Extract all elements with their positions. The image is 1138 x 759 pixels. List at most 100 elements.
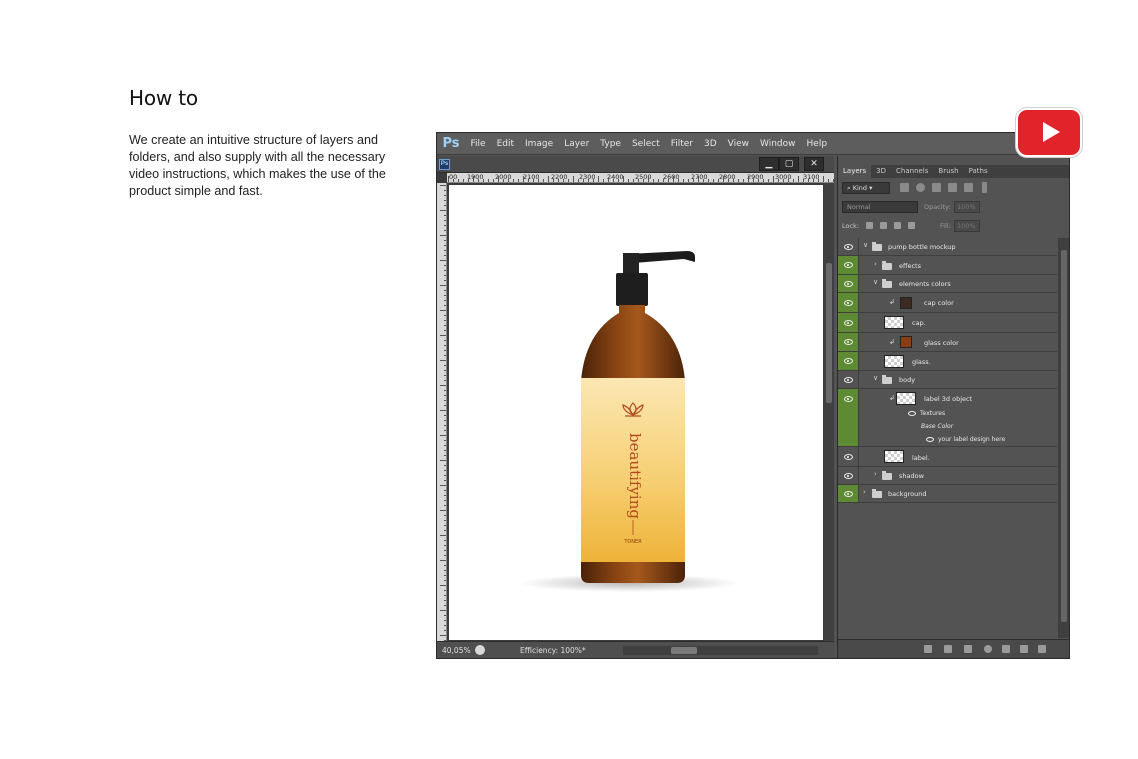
layer-row[interactable]: label. — [838, 447, 1057, 467]
status-icon[interactable] — [475, 645, 485, 655]
layer-row[interactable]: ∨ pump bottle mockup — [838, 238, 1057, 256]
visibility-toggle[interactable] — [838, 447, 859, 466]
eye-icon[interactable] — [844, 396, 853, 402]
lock-transparent-icon[interactable] — [866, 222, 873, 229]
link-layers-icon[interactable] — [924, 645, 932, 653]
fx-icon[interactable] — [944, 645, 952, 653]
minimize-icon[interactable]: ▁ — [759, 157, 779, 171]
chevron-down-icon[interactable]: ∨ — [863, 241, 868, 249]
layer-row[interactable]: ↲ cap color — [838, 293, 1057, 313]
filter-adjust-icon[interactable] — [916, 183, 925, 192]
new-layer-icon[interactable] — [1020, 645, 1028, 653]
visibility-toggle[interactable] — [838, 371, 859, 388]
scroll-thumb[interactable] — [826, 263, 832, 403]
lock-position-icon[interactable] — [894, 222, 901, 229]
close-icon[interactable]: ✕ — [804, 157, 824, 171]
visibility-toggle[interactable] — [838, 352, 859, 370]
visibility-toggle[interactable] — [838, 275, 859, 292]
restore-icon[interactable]: ▢ — [779, 157, 799, 171]
tab-3d[interactable]: 3D — [871, 165, 891, 178]
menu-filter[interactable]: Filter — [665, 139, 698, 149]
menu-file[interactable]: File — [465, 139, 491, 149]
tab-paths[interactable]: Paths — [964, 165, 993, 178]
youtube-button[interactable] — [1016, 108, 1082, 157]
tab-channels[interactable]: Channels — [891, 165, 933, 178]
layer-row[interactable]: ↲ glass color — [838, 333, 1057, 352]
horizontal-scrollbar[interactable] — [623, 646, 818, 655]
zoom-level[interactable]: 40,05% — [442, 646, 471, 655]
filter-type-icon[interactable] — [932, 183, 941, 192]
fill-input[interactable]: 100% — [954, 220, 980, 232]
layers-scrollbar[interactable] — [1058, 238, 1069, 638]
blend-mode-select[interactable]: Normal — [842, 201, 918, 213]
eye-icon[interactable] — [844, 300, 853, 306]
eye-icon[interactable] — [844, 377, 853, 383]
eye-icon[interactable] — [844, 491, 853, 497]
lock-pixels-icon[interactable] — [880, 222, 887, 229]
visibility-toggle[interactable] — [838, 485, 859, 502]
filter-smart-icon[interactable] — [964, 183, 973, 192]
chevron-right-icon[interactable]: › — [874, 470, 877, 478]
color-swatch[interactable] — [900, 336, 912, 348]
layer-row[interactable]: glass. — [838, 352, 1057, 371]
visibility-toggle[interactable] — [838, 293, 859, 312]
kind-filter[interactable]: ⌕ Kind ▾ — [842, 182, 890, 194]
canvas[interactable]: beautifying TONER — [449, 185, 823, 640]
layer-row[interactable]: ↲ label 3d object Textures Base Color yo… — [838, 389, 1057, 447]
eye-icon[interactable] — [844, 339, 853, 345]
eye-icon[interactable] — [844, 281, 853, 287]
eye-icon[interactable] — [844, 358, 853, 364]
eye-icon[interactable] — [844, 262, 853, 268]
filter-pixel-icon[interactable] — [900, 183, 909, 192]
add-mask-icon[interactable] — [964, 645, 972, 653]
eye-icon[interactable] — [908, 411, 916, 416]
adjustment-layer-icon[interactable] — [984, 645, 992, 653]
lock-all-icon[interactable] — [908, 222, 915, 229]
opacity-input[interactable]: 100% — [954, 201, 980, 213]
layer-row[interactable]: ∨ body — [838, 371, 1057, 389]
layer-row[interactable]: › shadow — [838, 467, 1057, 485]
menu-view[interactable]: View — [722, 139, 754, 149]
eye-icon[interactable] — [844, 454, 853, 460]
ruler-tick — [440, 485, 446, 486]
eye-icon[interactable] — [844, 244, 853, 250]
layer-row[interactable]: ∨ elements colors — [838, 275, 1057, 293]
vertical-scrollbar[interactable] — [824, 183, 834, 641]
menu-help[interactable]: Help — [801, 139, 833, 149]
eye-icon[interactable] — [844, 473, 853, 479]
visibility-toggle[interactable] — [838, 389, 859, 446]
menu-layer[interactable]: Layer — [559, 139, 595, 149]
layer-row[interactable]: › background — [838, 485, 1057, 503]
menu-3d[interactable]: 3D — [699, 139, 723, 149]
visibility-toggle[interactable] — [838, 238, 859, 255]
visibility-toggle[interactable] — [838, 467, 859, 484]
new-group-icon[interactable] — [1002, 645, 1010, 653]
menu-edit[interactable]: Edit — [491, 139, 519, 149]
visibility-toggle[interactable] — [838, 256, 859, 274]
filter-shape-icon[interactable] — [948, 183, 957, 192]
visibility-toggle[interactable] — [838, 333, 859, 351]
ruler-tick — [758, 179, 759, 182]
chevron-right-icon[interactable]: › — [874, 260, 877, 268]
delete-layer-icon[interactable] — [1038, 645, 1046, 653]
chevron-down-icon[interactable]: ∨ — [873, 278, 878, 286]
menu-image[interactable]: Image — [520, 139, 559, 149]
menu-type[interactable]: Type — [595, 139, 627, 149]
scroll-thumb[interactable] — [671, 647, 697, 654]
eye-icon[interactable] — [844, 320, 853, 326]
visibility-toggle[interactable] — [838, 313, 859, 332]
color-swatch[interactable] — [900, 297, 912, 309]
menu-select[interactable]: Select — [626, 139, 665, 149]
menu-window[interactable]: Window — [755, 139, 802, 149]
tab-brush[interactable]: Brush — [933, 165, 963, 178]
texture-name[interactable]: your label design here — [938, 436, 1005, 443]
layer-row[interactable]: cap. — [838, 313, 1057, 333]
filter-toggle-icon[interactable] — [982, 182, 987, 193]
tab-layers[interactable]: Layers — [838, 165, 872, 178]
chevron-down-icon[interactable]: ∨ — [873, 374, 878, 382]
eye-icon[interactable] — [926, 437, 934, 442]
chevron-right-icon[interactable]: › — [863, 488, 866, 496]
scroll-thumb[interactable] — [1061, 250, 1067, 622]
layer-row[interactable]: › effects — [838, 256, 1057, 275]
efficiency-readout[interactable]: Efficiency: 100%* — [520, 646, 586, 655]
